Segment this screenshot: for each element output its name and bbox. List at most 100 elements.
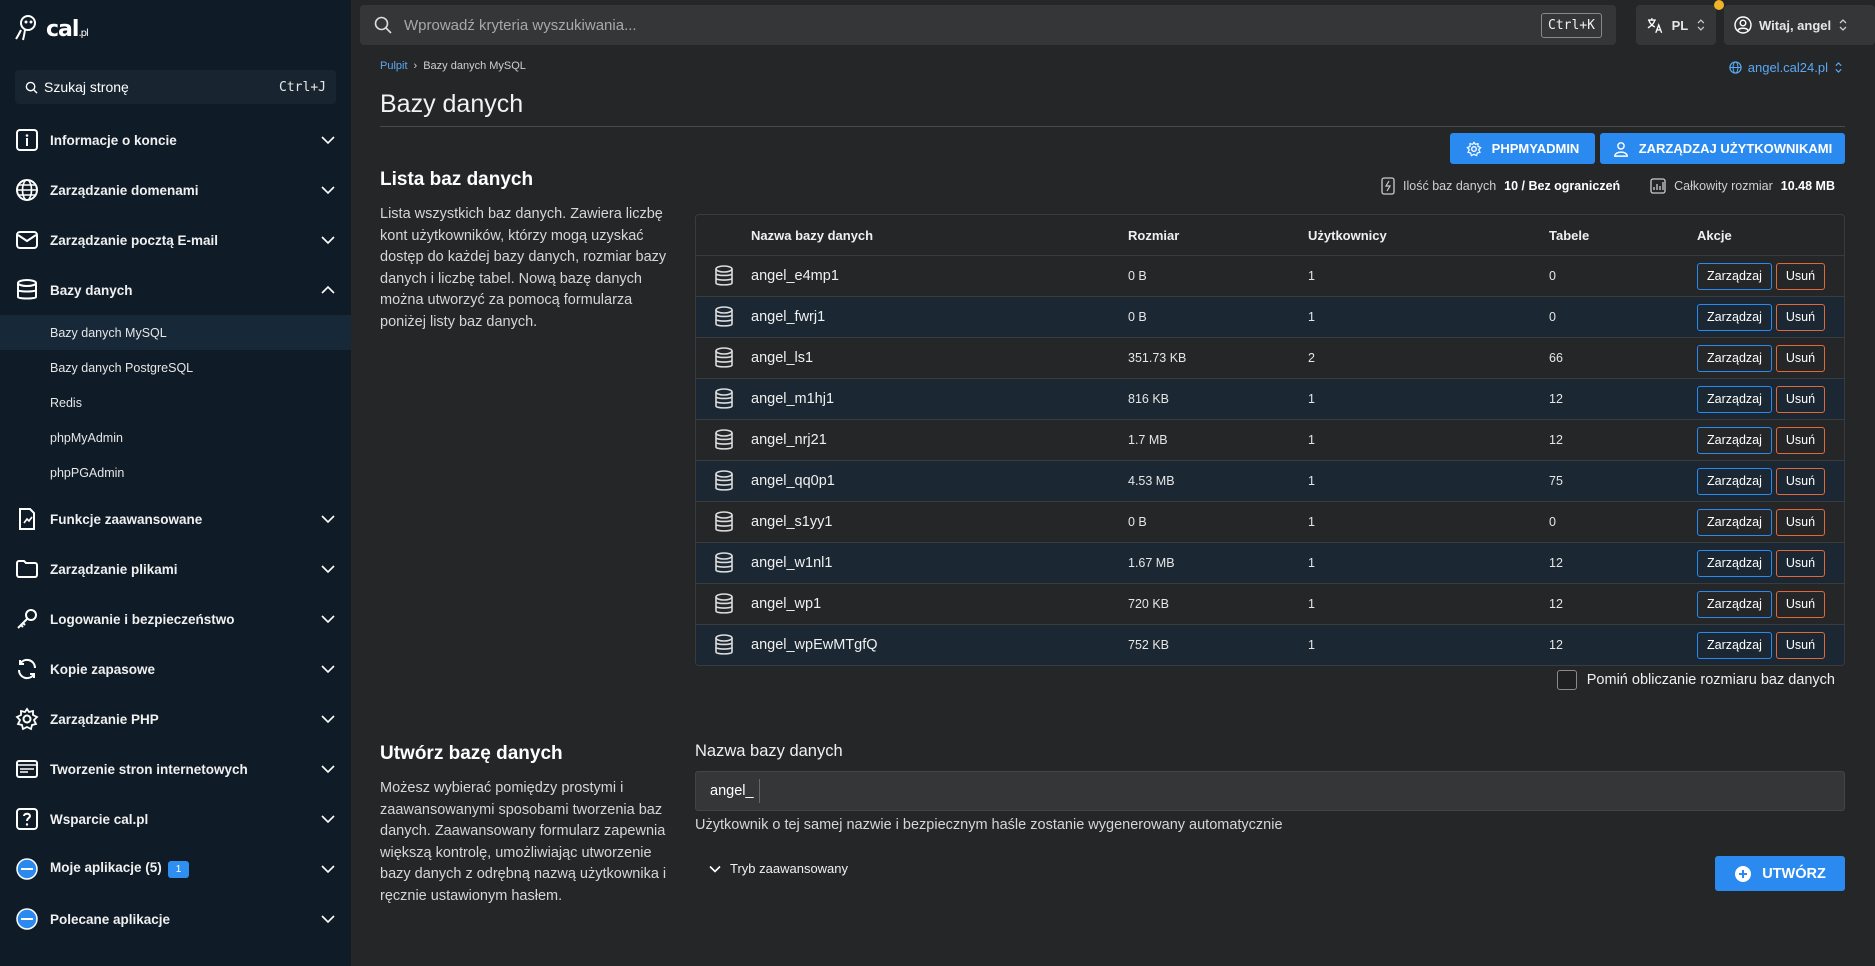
chevron-down-icon — [321, 915, 335, 924]
advanced-mode-label: Tryb zaawansowany — [730, 861, 849, 876]
column-header-size[interactable]: Rozmiar — [1128, 228, 1308, 243]
database-size-cell: 351.73 KB — [1128, 351, 1187, 365]
database-actions-cell: Zarządzaj Usuń — [1697, 631, 1844, 659]
database-icon — [696, 470, 751, 492]
breadcrumb-home[interactable]: Pulpit — [380, 60, 408, 72]
sidebar-subitem-mysql[interactable]: Bazy danych MySQL — [0, 315, 351, 350]
delete-database-button[interactable]: Usuń — [1775, 426, 1826, 454]
sidebar-subitem-redis[interactable]: Redis — [0, 385, 351, 420]
sidebar-item-label: Moje aplikacje (5) 1 — [50, 860, 319, 878]
sidebar-item-php[interactable]: Zarządzanie PHP — [0, 694, 351, 744]
column-header-users[interactable]: Użytkownicy — [1308, 228, 1549, 243]
database-size-cell: 816 KB — [1128, 392, 1170, 406]
logo[interactable]: cal.pl — [14, 12, 89, 42]
advanced-mode-toggle[interactable]: Tryb zaawansowany — [708, 861, 848, 876]
sidebar-item-databases[interactable]: Bazy danych — [0, 265, 351, 315]
sidebar-item-files[interactable]: Zarządzanie plikami — [0, 544, 351, 594]
domain-selector[interactable]: angel.cal24.pl — [1729, 60, 1843, 75]
column-header-tables[interactable]: Tabele — [1549, 228, 1697, 243]
manage-database-button[interactable]: Zarządzaj — [1697, 426, 1772, 454]
language-selector[interactable]: PL — [1636, 5, 1716, 45]
chevron-down-icon — [321, 615, 335, 624]
domain-label: angel.cal24.pl — [1747, 60, 1828, 75]
delete-database-button[interactable]: Usuń — [1775, 262, 1826, 290]
user-menu[interactable]: Witaj, angel — [1724, 5, 1875, 45]
sidebar-item-label: Bazy danych — [50, 282, 133, 298]
sidebar-subitem-phppgadmin[interactable]: phpPGAdmin — [0, 455, 351, 490]
database-actions-cell: Zarządzaj Usuń — [1697, 549, 1844, 577]
phpmyadmin-button[interactable]: PHPMYADMIN — [1450, 133, 1595, 164]
sidebar-subitem-phpmyadmin[interactable]: phpMyAdmin — [0, 420, 351, 455]
size-chart-icon — [1650, 178, 1666, 194]
table-row: angel_e4mp1 0 B 1 0 Zarządzaj Usuń — [696, 255, 1844, 296]
sidebar-item-label: Zarządzanie domenami — [50, 182, 199, 198]
delete-database-button[interactable]: Usuń — [1775, 303, 1826, 331]
database-actions-cell: Zarządzaj Usuń — [1697, 262, 1844, 290]
sidebar-item-website-builder[interactable]: Tworzenie stron internetowych — [0, 744, 351, 794]
gear-icon — [14, 706, 40, 732]
manage-database-button[interactable]: Zarządzaj — [1697, 508, 1772, 536]
manage-database-button[interactable]: Zarządzaj — [1697, 262, 1772, 290]
sidebar-search-label: Szukaj stronę — [44, 79, 129, 95]
database-users-cell: 1 — [1308, 556, 1315, 570]
delete-database-button[interactable]: Usuń — [1775, 344, 1826, 372]
sidebar-item-my-apps[interactable]: Moje aplikacje (5) 1 — [0, 844, 351, 894]
skip-size-checkbox[interactable] — [1556, 670, 1577, 690]
manage-database-button[interactable]: Zarządzaj — [1697, 303, 1772, 331]
delete-database-button[interactable]: Usuń — [1775, 590, 1826, 618]
delete-database-button[interactable]: Usuń — [1775, 631, 1826, 659]
sidebar-item-email[interactable]: Zarządzanie pocztą E-mail — [0, 215, 351, 265]
database-name-input[interactable]: angel_ — [695, 771, 1845, 811]
manage-database-button[interactable]: Zarządzaj — [1697, 631, 1772, 659]
sidebar-item-recommended-apps[interactable]: Polecane aplikacje — [0, 894, 351, 944]
sidebar-item-account-info[interactable]: Informacje o koncie — [0, 115, 351, 165]
database-icon — [696, 552, 751, 574]
app-icon — [14, 856, 40, 882]
sidebar-search[interactable]: Szukaj stronę Ctrl+J — [15, 70, 336, 104]
divider — [380, 126, 1845, 127]
database-name-prefix: angel_ — [710, 779, 760, 803]
sidebar-item-domains[interactable]: Zarządzanie domenami — [0, 165, 351, 215]
refresh-icon — [14, 656, 40, 682]
database-name-cell: angel_w1nl1 — [751, 555, 833, 571]
manage-database-button[interactable]: Zarządzaj — [1697, 344, 1772, 372]
database-tables-cell: 12 — [1549, 597, 1563, 611]
skip-size-option[interactable]: Pomiń obliczanie rozmiaru baz danych — [1556, 670, 1835, 690]
phpmyadmin-button-label: PHPMYADMIN — [1491, 141, 1580, 156]
delete-database-button[interactable]: Usuń — [1775, 549, 1826, 577]
database-size-cell: 0 B — [1128, 269, 1147, 283]
manage-users-button[interactable]: ZARZĄDZAJ UŻYTKOWNIKAMI — [1600, 133, 1845, 164]
manage-database-button[interactable]: Zarządzaj — [1697, 467, 1772, 495]
search-icon — [25, 81, 38, 94]
database-tables-cell: 0 — [1549, 310, 1556, 324]
database-icon — [696, 347, 751, 369]
sidebar-item-backups[interactable]: Kopie zapasowe — [0, 644, 351, 694]
sidebar-item-support[interactable]: Wsparcie cal.pl — [0, 794, 351, 844]
database-users-cell: 1 — [1308, 392, 1315, 406]
chevron-down-icon — [321, 186, 335, 195]
delete-database-button[interactable]: Usuń — [1775, 385, 1826, 413]
sidebar-subitem-postgresql[interactable]: Bazy danych PostgreSQL — [0, 350, 351, 385]
database-name-cell: angel_s1yy1 — [751, 514, 833, 530]
table-row: angel_w1nl1 1.67 MB 1 12 Zarządzaj Usuń — [696, 542, 1844, 583]
database-users-cell: 1 — [1308, 433, 1315, 447]
table-row: angel_s1yy1 0 B 1 0 Zarządzaj Usuń — [696, 501, 1844, 542]
notification-dot — [1714, 0, 1724, 10]
advanced-functions-icon — [14, 506, 40, 532]
chevron-down-icon — [321, 765, 335, 774]
databases-table: Nazwa bazy danych Rozmiar Użytkownicy Ta… — [695, 214, 1845, 666]
manage-database-button[interactable]: Zarządzaj — [1697, 549, 1772, 577]
sidebar-item-advanced-functions[interactable]: Funkcje zaawansowane — [0, 494, 351, 544]
delete-database-button[interactable]: Usuń — [1775, 508, 1826, 536]
column-header-name[interactable]: Nazwa bazy danych — [751, 228, 1128, 243]
sidebar-item-security[interactable]: Logowanie i bezpieczeństwo — [0, 594, 351, 644]
database-actions-cell: Zarządzaj Usuń — [1697, 385, 1844, 413]
database-name-cell: angel_ls1 — [751, 350, 814, 366]
manage-database-button[interactable]: Zarządzaj — [1697, 590, 1772, 618]
search-input[interactable]: Wprowadź kryteria wyszukiwania... Ctrl+K — [360, 5, 1616, 45]
sidebar-item-label: Tworzenie stron internetowych — [50, 761, 248, 777]
manage-database-button[interactable]: Zarządzaj — [1697, 385, 1772, 413]
create-database-button[interactable]: UTWÓRZ — [1715, 856, 1845, 891]
delete-database-button[interactable]: Usuń — [1775, 467, 1826, 495]
database-users-cell: 1 — [1308, 638, 1315, 652]
